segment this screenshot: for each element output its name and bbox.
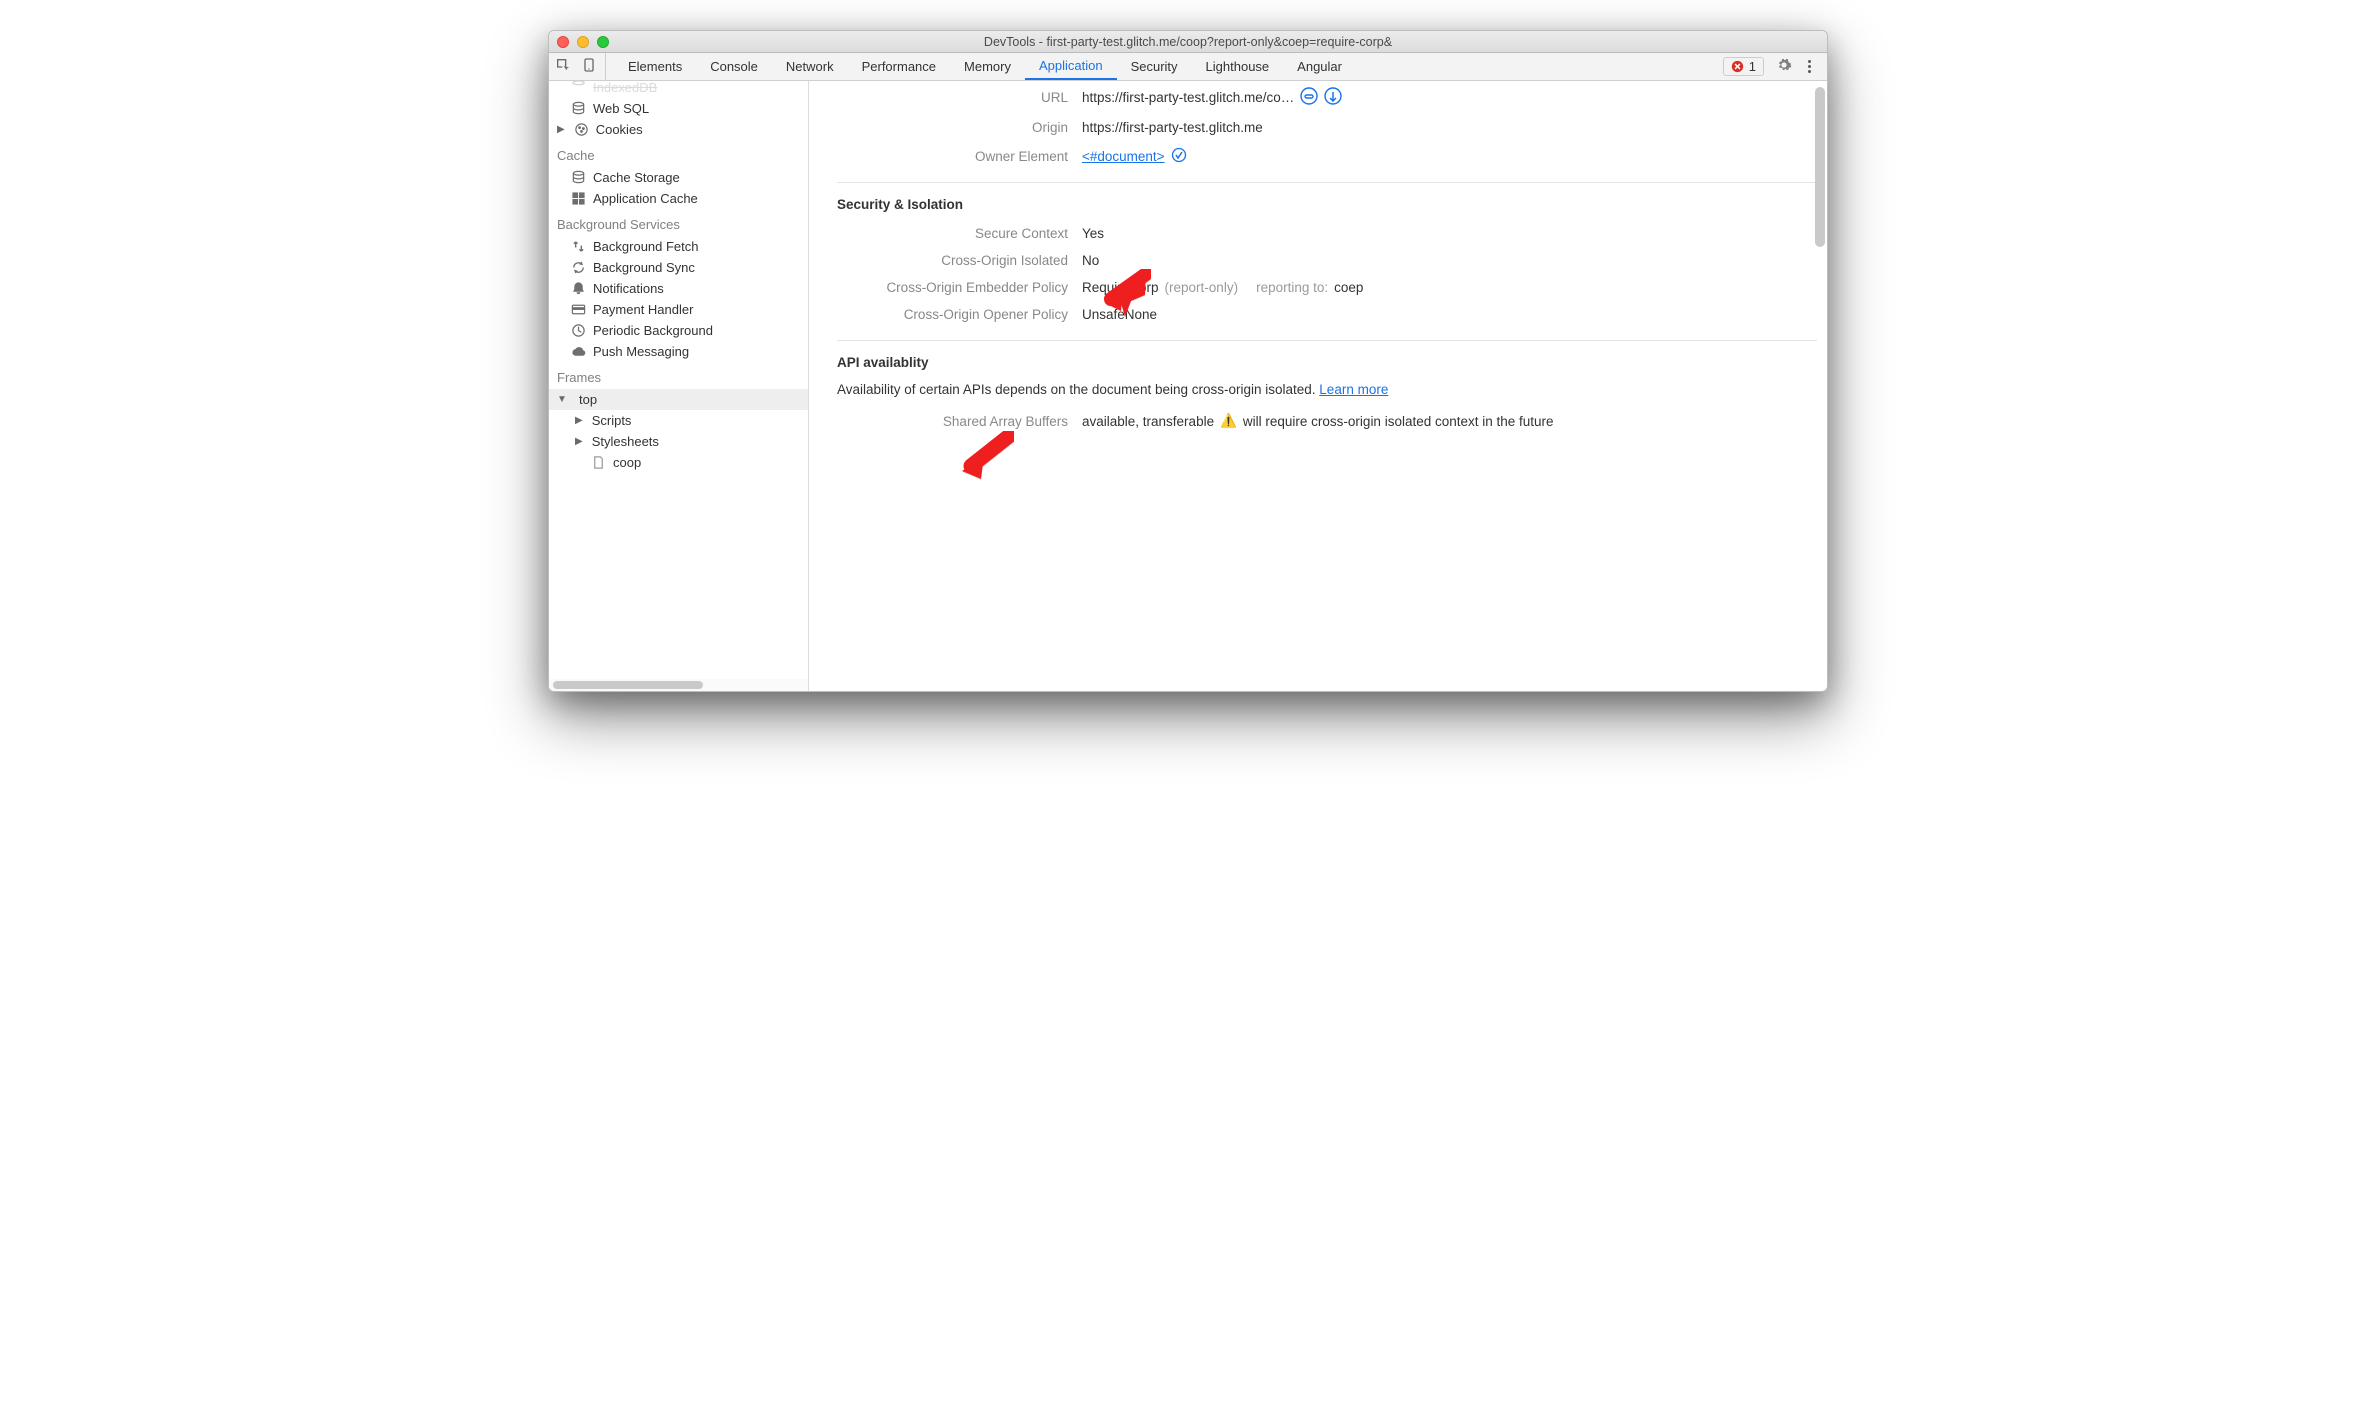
security-heading: Security & Isolation <box>837 183 1817 220</box>
cookie-icon <box>574 122 589 137</box>
tab-elements[interactable]: Elements <box>614 53 696 80</box>
url-value: https://first-party-test.glitch.me/co… <box>1082 90 1294 105</box>
sidebar-item-notifications[interactable]: Notifications <box>549 278 808 299</box>
row-secure-context: Secure Context Yes <box>837 220 1817 247</box>
sidebar-item-cookies[interactable]: ▶ Cookies <box>549 119 808 140</box>
sab-warning-text: will require cross-origin isolated conte… <box>1243 414 1554 429</box>
sidebar-item-indexeddb[interactable]: IndexedDB <box>549 81 808 98</box>
chevron-right-icon: ▶ <box>575 415 585 426</box>
panel-body: IndexedDB Web SQL ▶ Cookies Cache Cache … <box>549 81 1827 691</box>
tab-security[interactable]: Security <box>1117 53 1192 80</box>
device-toggle-icon[interactable] <box>581 57 597 76</box>
sidebar-item-bg-fetch[interactable]: Background Fetch <box>549 236 808 257</box>
sidebar-item-payment[interactable]: Payment Handler <box>549 299 808 320</box>
tab-console[interactable]: Console <box>696 53 772 80</box>
tab-lighthouse[interactable]: Lighthouse <box>1192 53 1284 80</box>
row-coi: Cross-Origin Isolated No <box>837 247 1817 274</box>
tab-performance[interactable]: Performance <box>848 53 950 80</box>
card-icon <box>571 302 586 317</box>
origin-value: https://first-party-test.glitch.me <box>1082 120 1263 135</box>
sidebar-item-push[interactable]: Push Messaging <box>549 341 808 362</box>
sync-icon <box>571 260 586 275</box>
content-vertical-scrollbar[interactable] <box>1813 81 1827 691</box>
coep-mode: (report-only) <box>1165 280 1239 295</box>
row-owner: Owner Element <#document> <box>837 141 1817 172</box>
warning-icon: ⚠️ <box>1220 413 1237 429</box>
error-count: 1 <box>1749 59 1756 74</box>
toolbar: Elements Console Network Performance Mem… <box>549 53 1827 81</box>
owner-label: Owner Element <box>837 149 1082 164</box>
sidebar-item-stylesheets[interactable]: ▶ Stylesheets <box>549 431 808 452</box>
reveal-icon[interactable] <box>1171 147 1187 166</box>
tab-angular[interactable]: Angular <box>1283 53 1356 80</box>
row-url: URL https://first-party-test.glitch.me/c… <box>837 81 1817 114</box>
sidebar-horizontal-scrollbar[interactable] <box>549 679 808 691</box>
sidebar-item-cache-storage[interactable]: Cache Storage <box>549 167 808 188</box>
row-coep: Cross-Origin Embedder Policy RequireCorp… <box>837 274 1817 301</box>
owner-element-link[interactable]: <#document> <box>1082 149 1165 164</box>
sidebar: IndexedDB Web SQL ▶ Cookies Cache Cache … <box>549 81 809 691</box>
main-tabs: Elements Console Network Performance Mem… <box>614 53 1356 80</box>
open-icon[interactable] <box>1324 87 1342 108</box>
coep-reporting-value: coep <box>1334 280 1363 295</box>
database-icon <box>571 101 586 116</box>
coep-label: Cross-Origin Embedder Policy <box>837 280 1082 295</box>
cloud-icon <box>571 344 586 359</box>
sidebar-item-periodic[interactable]: Periodic Background <box>549 320 808 341</box>
devtools-window: DevTools - first-party-test.glitch.me/co… <box>548 30 1828 692</box>
row-coop: Cross-Origin Opener Policy UnsafeNone <box>837 301 1817 328</box>
database-icon <box>571 81 586 95</box>
sidebar-group-bg: Background Services <box>549 209 808 236</box>
document-icon <box>591 455 606 470</box>
grid-icon <box>571 191 586 206</box>
annotation-arrow-icon <box>1101 269 1151 322</box>
api-description: Availability of certain APIs depends on … <box>837 378 1817 407</box>
url-label: URL <box>837 90 1082 105</box>
origin-label: Origin <box>837 120 1082 135</box>
sidebar-item-websql[interactable]: Web SQL <box>549 98 808 119</box>
chevron-right-icon: ▶ <box>575 436 585 447</box>
titlebar: DevTools - first-party-test.glitch.me/co… <box>549 31 1827 53</box>
coi-value: No <box>1082 253 1099 268</box>
sidebar-group-cache: Cache <box>549 140 808 167</box>
window-title: DevTools - first-party-test.glitch.me/co… <box>549 35 1827 49</box>
sidebar-group-frames: Frames <box>549 362 808 389</box>
tab-memory[interactable]: Memory <box>950 53 1025 80</box>
annotation-arrow-icon <box>959 431 1014 489</box>
sab-value: available, transferable <box>1082 414 1214 429</box>
tab-application[interactable]: Application <box>1025 53 1117 80</box>
clock-icon <box>571 323 586 338</box>
coep-reporting-label: reporting to: <box>1256 280 1328 295</box>
row-origin: Origin https://first-party-test.glitch.m… <box>837 114 1817 141</box>
sab-label: Shared Array Buffers <box>837 414 1082 429</box>
chevron-right-icon: ▶ <box>557 124 567 135</box>
database-icon <box>571 170 586 185</box>
content-area: URL https://first-party-test.glitch.me/c… <box>809 81 1827 691</box>
copy-icon[interactable] <box>1300 87 1318 108</box>
chevron-down-icon: ▼ <box>557 394 567 405</box>
secure-context-label: Secure Context <box>837 226 1082 241</box>
sidebar-item-app-cache[interactable]: Application Cache <box>549 188 808 209</box>
coi-label: Cross-Origin Isolated <box>837 253 1082 268</box>
learn-more-link[interactable]: Learn more <box>1319 382 1388 397</box>
fetch-icon <box>571 239 586 254</box>
bell-icon <box>571 281 586 296</box>
sidebar-item-scripts[interactable]: ▶ Scripts <box>549 410 808 431</box>
secure-context-value: Yes <box>1082 226 1104 241</box>
tab-network[interactable]: Network <box>772 53 848 80</box>
error-counter[interactable]: 1 <box>1723 57 1764 76</box>
inspect-element-icon[interactable] <box>555 57 571 76</box>
more-menu-icon[interactable] <box>1804 60 1815 73</box>
sidebar-item-bg-sync[interactable]: Background Sync <box>549 257 808 278</box>
api-heading: API availablity <box>837 341 1817 378</box>
sidebar-item-frame-top[interactable]: ▼ top <box>549 389 808 410</box>
coop-label: Cross-Origin Opener Policy <box>837 307 1082 322</box>
sidebar-item-coop[interactable]: coop <box>549 452 808 473</box>
settings-icon[interactable] <box>1776 57 1792 76</box>
